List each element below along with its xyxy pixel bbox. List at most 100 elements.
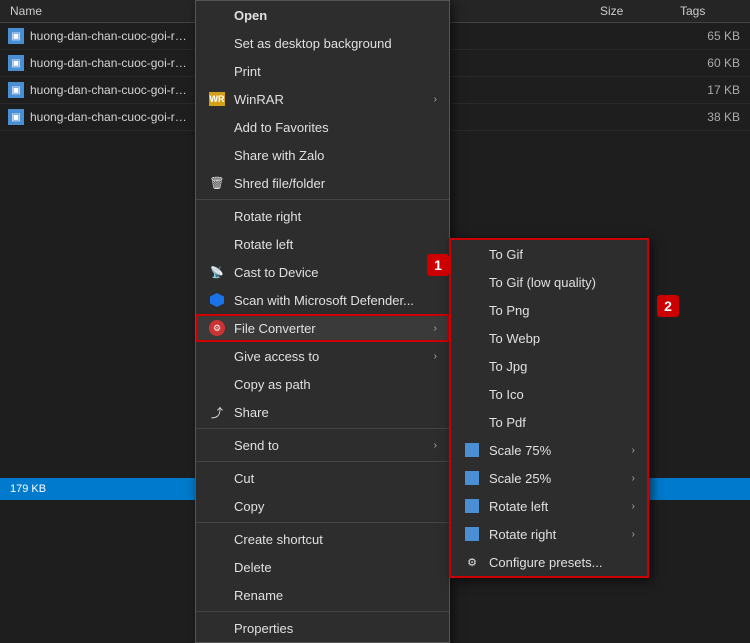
file-size: 38 KB	[670, 110, 750, 124]
menu-label-share-zalo: Share with Zalo	[234, 148, 437, 163]
submenu-item-rotate-left[interactable]: Rotate left ›	[451, 492, 647, 520]
print-icon	[208, 62, 226, 80]
menu-item-scan-defender[interactable]: Scan with Microsoft Defender...	[196, 286, 449, 314]
menu-item-cut[interactable]: Cut	[196, 464, 449, 492]
submenu-item-scale-75[interactable]: Scale 75% ›	[451, 436, 647, 464]
submenu-label-to-gif-low: To Gif (low quality)	[489, 275, 635, 290]
menu-item-rename[interactable]: Rename	[196, 581, 449, 609]
submenu-arrow: ›	[434, 323, 437, 334]
winrar-icon: WR	[208, 90, 226, 108]
menu-label-open: Open	[234, 8, 437, 23]
zalo-icon	[208, 146, 226, 164]
cut-icon	[208, 469, 226, 487]
menu-divider	[196, 461, 449, 462]
menu-item-print[interactable]: Print	[196, 57, 449, 85]
open-icon	[208, 6, 226, 24]
submenu-arrow: ›	[632, 501, 635, 512]
file-icon: ▣	[8, 82, 24, 98]
rotate-right-icon	[208, 207, 226, 225]
file-icon: ▣	[8, 55, 24, 71]
submenu-item-configure[interactable]: ⚙ Configure presets...	[451, 548, 647, 576]
submenu-item-scale-25[interactable]: Scale 25% ›	[451, 464, 647, 492]
status-text: 179 KB	[10, 483, 46, 495]
menu-label-copy: Copy	[234, 499, 437, 514]
submenu-label-rotate-left: Rotate left	[489, 499, 632, 514]
to-gif-icon	[463, 245, 481, 263]
submenu-arrow: ›	[434, 94, 437, 105]
submenu-arrow: ›	[632, 473, 635, 484]
menu-item-file-converter[interactable]: ⚙ File Converter ›	[196, 314, 449, 342]
share-icon: ⤴	[208, 403, 226, 421]
menu-label-rename: Rename	[234, 588, 437, 603]
menu-label-add-favorites: Add to Favorites	[234, 120, 437, 135]
menu-label-cast: Cast to Device	[234, 265, 434, 280]
file-size: 60 KB	[670, 56, 750, 70]
menu-item-add-favorites[interactable]: Add to Favorites	[196, 113, 449, 141]
file-name: huong-dan-chan-cuoc-goi-rac-tre	[30, 110, 190, 124]
submenu-label-to-png: To Png	[489, 303, 635, 318]
submenu-item-to-pdf[interactable]: To Pdf	[451, 408, 647, 436]
scale-25-icon	[463, 469, 481, 487]
menu-item-copy-path[interactable]: Copy as path	[196, 370, 449, 398]
menu-item-create-shortcut[interactable]: Create shortcut	[196, 525, 449, 553]
menu-item-rotate-right[interactable]: Rotate right	[196, 202, 449, 230]
menu-label-delete: Delete	[234, 560, 437, 575]
menu-divider	[196, 522, 449, 523]
menu-label-scan-defender: Scan with Microsoft Defender...	[234, 293, 437, 308]
menu-item-open[interactable]: Open	[196, 1, 449, 29]
menu-item-copy[interactable]: Copy	[196, 492, 449, 520]
properties-icon	[208, 619, 226, 637]
menu-item-share-zalo[interactable]: Share with Zalo	[196, 141, 449, 169]
menu-label-cut: Cut	[234, 471, 437, 486]
to-png-icon	[463, 301, 481, 319]
submenu-label-to-webp: To Webp	[489, 331, 635, 346]
submenu-item-to-webp[interactable]: To Webp	[451, 324, 647, 352]
submenu-item-to-jpg[interactable]: To Jpg	[451, 352, 647, 380]
menu-label-rotate-left: Rotate left	[234, 237, 437, 252]
submenu-item-to-ico[interactable]: To Ico	[451, 380, 647, 408]
menu-item-rotate-left[interactable]: Rotate left	[196, 230, 449, 258]
file-icon: ▣	[8, 28, 24, 44]
context-menu-1: Open Set as desktop background Print WR …	[195, 0, 450, 643]
submenu-label-to-gif: To Gif	[489, 247, 635, 262]
menu-item-winrar[interactable]: WR WinRAR ›	[196, 85, 449, 113]
submenu-item-to-gif-low[interactable]: To Gif (low quality)	[451, 268, 647, 296]
file-icon: ▣	[8, 109, 24, 125]
badge-1: 1	[427, 254, 449, 276]
menu-item-delete[interactable]: Delete	[196, 553, 449, 581]
menu-label-share: Share	[234, 405, 437, 420]
shred-icon: 🗑	[208, 174, 226, 192]
submenu-label-configure: Configure presets...	[489, 555, 635, 570]
menu-label-winrar: WinRAR	[234, 92, 434, 107]
menu-label-shred: Shred file/folder	[234, 176, 437, 191]
menu-label-create-shortcut: Create shortcut	[234, 532, 437, 547]
badge-2: 2	[657, 295, 679, 317]
to-gif-low-icon	[463, 273, 481, 291]
converter-icon: ⚙	[208, 319, 226, 337]
submenu-arrow: ›	[434, 351, 437, 362]
file-size: 65 KB	[670, 29, 750, 43]
send-to-icon	[208, 436, 226, 454]
menu-item-share[interactable]: ⤴ Share	[196, 398, 449, 426]
desktop-icon	[208, 34, 226, 52]
menu-divider	[196, 428, 449, 429]
rotate-left-icon	[208, 235, 226, 253]
menu-label-give-access: Give access to	[234, 349, 434, 364]
delete-icon	[208, 558, 226, 576]
submenu-item-to-gif[interactable]: To Gif	[451, 240, 647, 268]
submenu-item-to-png[interactable]: To Png	[451, 296, 647, 324]
menu-item-set-desktop[interactable]: Set as desktop background	[196, 29, 449, 57]
rename-icon	[208, 586, 226, 604]
configure-icon: ⚙	[463, 553, 481, 571]
menu-item-shred[interactable]: 🗑 Shred file/folder	[196, 169, 449, 197]
submenu-item-rotate-right[interactable]: Rotate right ›	[451, 520, 647, 548]
menu-item-give-access[interactable]: Give access to ›	[196, 342, 449, 370]
menu-divider	[196, 199, 449, 200]
submenu-label-rotate-right: Rotate right	[489, 527, 632, 542]
menu-label-set-desktop: Set as desktop background	[234, 36, 437, 51]
menu-item-send-to[interactable]: Send to ›	[196, 431, 449, 459]
column-tags: Tags	[670, 4, 750, 18]
menu-item-properties[interactable]: Properties	[196, 614, 449, 642]
to-jpg-icon	[463, 357, 481, 375]
menu-item-cast[interactable]: 📡 Cast to Device ›	[196, 258, 449, 286]
